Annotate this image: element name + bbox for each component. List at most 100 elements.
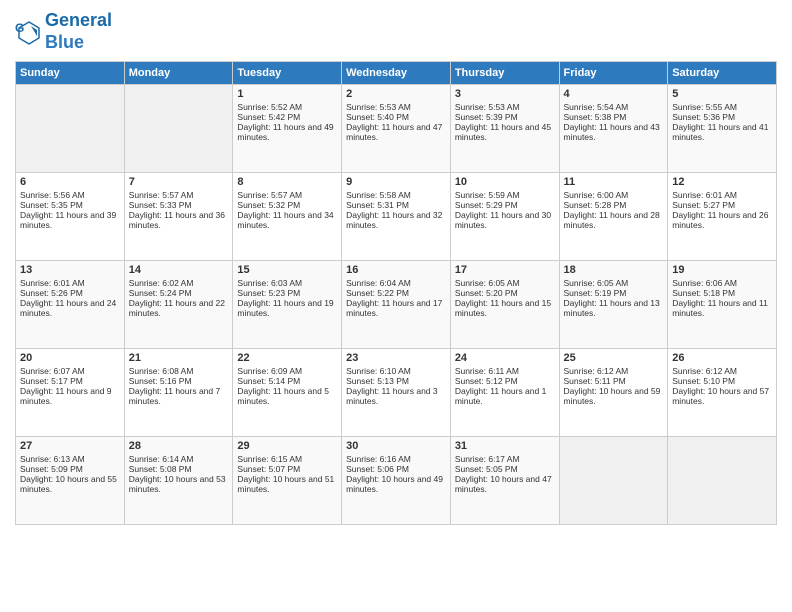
daylight: Daylight: 11 hours and 28 minutes.	[564, 210, 660, 230]
day-number: 21	[129, 352, 229, 364]
sunset: Sunset: 5:14 PM	[237, 376, 300, 386]
day-number: 23	[346, 352, 446, 364]
day-number: 26	[672, 352, 772, 364]
day-number: 25	[564, 352, 664, 364]
day-number: 13	[20, 264, 120, 276]
sunrise: Sunrise: 6:05 AM	[455, 278, 520, 288]
sunrise: Sunrise: 6:15 AM	[237, 454, 302, 464]
sunset: Sunset: 5:05 PM	[455, 464, 518, 474]
day-number: 17	[455, 264, 555, 276]
calendar-cell: 31 Sunrise: 6:17 AM Sunset: 5:05 PM Dayl…	[450, 437, 559, 525]
day-number: 15	[237, 264, 337, 276]
calendar-cell: 17 Sunrise: 6:05 AM Sunset: 5:20 PM Dayl…	[450, 261, 559, 349]
sunrise: Sunrise: 5:59 AM	[455, 190, 520, 200]
day-number: 5	[672, 88, 772, 100]
daylight: Daylight: 11 hours and 41 minutes.	[672, 122, 768, 142]
calendar-cell: 9 Sunrise: 5:58 AM Sunset: 5:31 PM Dayli…	[342, 173, 451, 261]
sunrise: Sunrise: 6:13 AM	[20, 454, 85, 464]
daylight: Daylight: 10 hours and 57 minutes.	[672, 386, 769, 406]
calendar-cell: 13 Sunrise: 6:01 AM Sunset: 5:26 PM Dayl…	[16, 261, 125, 349]
sunset: Sunset: 5:24 PM	[129, 288, 192, 298]
sunset: Sunset: 5:40 PM	[346, 112, 409, 122]
daylight: Daylight: 10 hours and 59 minutes.	[564, 386, 661, 406]
daylight: Daylight: 11 hours and 24 minutes.	[20, 298, 116, 318]
sunrise: Sunrise: 5:53 AM	[455, 102, 520, 112]
logo-text: General Blue	[45, 10, 112, 53]
sunrise: Sunrise: 5:54 AM	[564, 102, 629, 112]
weekday-header-thursday: Thursday	[450, 62, 559, 85]
sunrise: Sunrise: 5:55 AM	[672, 102, 737, 112]
sunset: Sunset: 5:32 PM	[237, 200, 300, 210]
calendar-cell: 27 Sunrise: 6:13 AM Sunset: 5:09 PM Dayl…	[16, 437, 125, 525]
calendar-cell: 11 Sunrise: 6:00 AM Sunset: 5:28 PM Dayl…	[559, 173, 668, 261]
calendar-cell: 4 Sunrise: 5:54 AM Sunset: 5:38 PM Dayli…	[559, 85, 668, 173]
calendar-cell: 28 Sunrise: 6:14 AM Sunset: 5:08 PM Dayl…	[124, 437, 233, 525]
sunset: Sunset: 5:06 PM	[346, 464, 409, 474]
sunset: Sunset: 5:35 PM	[20, 200, 83, 210]
sunrise: Sunrise: 6:06 AM	[672, 278, 737, 288]
daylight: Daylight: 11 hours and 9 minutes.	[20, 386, 112, 406]
calendar-cell	[559, 437, 668, 525]
sunrise: Sunrise: 5:52 AM	[237, 102, 302, 112]
sunrise: Sunrise: 6:10 AM	[346, 366, 411, 376]
daylight: Daylight: 11 hours and 49 minutes.	[237, 122, 333, 142]
calendar-cell: 8 Sunrise: 5:57 AM Sunset: 5:32 PM Dayli…	[233, 173, 342, 261]
daylight: Daylight: 11 hours and 32 minutes.	[346, 210, 442, 230]
sunrise: Sunrise: 5:57 AM	[129, 190, 194, 200]
sunset: Sunset: 5:18 PM	[672, 288, 735, 298]
sunset: Sunset: 5:29 PM	[455, 200, 518, 210]
day-number: 9	[346, 176, 446, 188]
daylight: Daylight: 10 hours and 47 minutes.	[455, 474, 552, 494]
sunrise: Sunrise: 6:16 AM	[346, 454, 411, 464]
daylight: Daylight: 11 hours and 26 minutes.	[672, 210, 768, 230]
daylight: Daylight: 11 hours and 43 minutes.	[564, 122, 660, 142]
sunset: Sunset: 5:13 PM	[346, 376, 409, 386]
sunset: Sunset: 5:27 PM	[672, 200, 735, 210]
daylight: Daylight: 11 hours and 45 minutes.	[455, 122, 551, 142]
sunset: Sunset: 5:10 PM	[672, 376, 735, 386]
day-number: 3	[455, 88, 555, 100]
sunset: Sunset: 5:09 PM	[20, 464, 83, 474]
calendar-cell: 22 Sunrise: 6:09 AM Sunset: 5:14 PM Dayl…	[233, 349, 342, 437]
daylight: Daylight: 11 hours and 34 minutes.	[237, 210, 333, 230]
sunset: Sunset: 5:07 PM	[237, 464, 300, 474]
weekday-header-friday: Friday	[559, 62, 668, 85]
calendar-cell: 16 Sunrise: 6:04 AM Sunset: 5:22 PM Dayl…	[342, 261, 451, 349]
sunrise: Sunrise: 6:07 AM	[20, 366, 85, 376]
sunrise: Sunrise: 6:03 AM	[237, 278, 302, 288]
sunrise: Sunrise: 6:12 AM	[564, 366, 629, 376]
sunrise: Sunrise: 6:12 AM	[672, 366, 737, 376]
sunset: Sunset: 5:22 PM	[346, 288, 409, 298]
sunrise: Sunrise: 5:58 AM	[346, 190, 411, 200]
day-number: 30	[346, 440, 446, 452]
calendar-cell	[124, 85, 233, 173]
sunset: Sunset: 5:31 PM	[346, 200, 409, 210]
day-number: 6	[20, 176, 120, 188]
daylight: Daylight: 11 hours and 36 minutes.	[129, 210, 225, 230]
daylight: Daylight: 11 hours and 47 minutes.	[346, 122, 442, 142]
sunset: Sunset: 5:17 PM	[20, 376, 83, 386]
sunset: Sunset: 5:42 PM	[237, 112, 300, 122]
calendar-cell: 1 Sunrise: 5:52 AM Sunset: 5:42 PM Dayli…	[233, 85, 342, 173]
calendar-cell: 10 Sunrise: 5:59 AM Sunset: 5:29 PM Dayl…	[450, 173, 559, 261]
calendar-cell: 26 Sunrise: 6:12 AM Sunset: 5:10 PM Dayl…	[668, 349, 777, 437]
day-number: 7	[129, 176, 229, 188]
calendar-cell: 23 Sunrise: 6:10 AM Sunset: 5:13 PM Dayl…	[342, 349, 451, 437]
calendar-cell: 7 Sunrise: 5:57 AM Sunset: 5:33 PM Dayli…	[124, 173, 233, 261]
sunset: Sunset: 5:23 PM	[237, 288, 300, 298]
day-number: 14	[129, 264, 229, 276]
weekday-header-wednesday: Wednesday	[342, 62, 451, 85]
calendar-cell: 14 Sunrise: 6:02 AM Sunset: 5:24 PM Dayl…	[124, 261, 233, 349]
day-number: 8	[237, 176, 337, 188]
calendar-cell	[668, 437, 777, 525]
daylight: Daylight: 11 hours and 3 minutes.	[346, 386, 438, 406]
sunrise: Sunrise: 5:57 AM	[237, 190, 302, 200]
calendar-cell: 25 Sunrise: 6:12 AM Sunset: 5:11 PM Dayl…	[559, 349, 668, 437]
daylight: Daylight: 11 hours and 19 minutes.	[237, 298, 333, 318]
sunset: Sunset: 5:20 PM	[455, 288, 518, 298]
calendar-cell: 19 Sunrise: 6:06 AM Sunset: 5:18 PM Dayl…	[668, 261, 777, 349]
day-number: 1	[237, 88, 337, 100]
calendar-cell	[16, 85, 125, 173]
day-number: 24	[455, 352, 555, 364]
daylight: Daylight: 10 hours and 55 minutes.	[20, 474, 117, 494]
